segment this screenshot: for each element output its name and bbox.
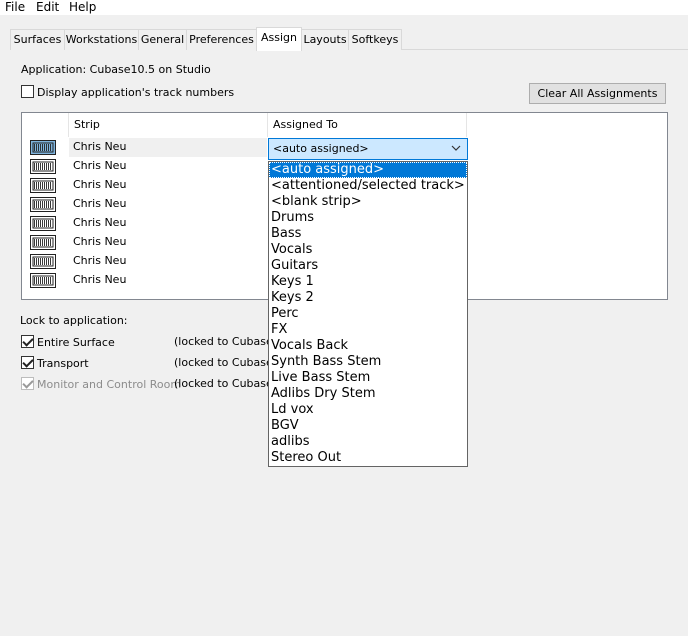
transport-label: Transport xyxy=(37,357,89,370)
dropdown-option[interactable]: <auto assigned> xyxy=(269,162,467,178)
strip-name: Chris Neu xyxy=(73,178,127,191)
strip-name: Chris Neu xyxy=(73,273,127,286)
application-label: Application: xyxy=(21,63,87,76)
strip-name: Chris Neu xyxy=(73,235,127,248)
entire-surface-label: Entire Surface xyxy=(37,336,115,349)
dropdown-option[interactable]: Vocals xyxy=(269,242,467,258)
menu-help[interactable]: Help xyxy=(69,0,96,14)
application-info: Application: Cubase10.5 on Studio xyxy=(21,63,211,76)
dropdown-option[interactable]: Guitars xyxy=(269,258,467,274)
dropdown-option[interactable]: <blank strip> xyxy=(269,194,467,210)
dropdown-option[interactable]: adlibs xyxy=(269,434,467,450)
combo-value: <auto assigned> xyxy=(273,142,369,155)
dropdown-option[interactable]: BGV xyxy=(269,418,467,434)
tab-workstations[interactable]: Workstations xyxy=(64,29,139,50)
strip-icon xyxy=(30,273,56,288)
strip-name: Chris Neu xyxy=(73,254,127,267)
dropdown-option[interactable]: Ld vox xyxy=(269,402,467,418)
chevron-down-icon[interactable] xyxy=(451,143,461,153)
dropdown-option[interactable]: Synth Bass Stem xyxy=(269,354,467,370)
strip-icon xyxy=(30,159,56,174)
dropdown-option[interactable]: Bass xyxy=(269,226,467,242)
track-numbers-label: Display application's track numbers xyxy=(37,86,235,99)
dropdown-option[interactable]: Keys 2 xyxy=(269,290,467,306)
strip-icon xyxy=(30,216,56,231)
column-header-icon xyxy=(22,113,69,137)
strip-icon xyxy=(30,235,56,250)
assigned-to-dropdown[interactable]: <auto assigned> <attentioned/selected tra… xyxy=(268,161,468,467)
tab-layouts[interactable]: Layouts xyxy=(301,29,349,50)
strip-icon xyxy=(30,254,56,269)
dropdown-option[interactable]: Drums xyxy=(269,210,467,226)
tab-preferences[interactable]: Preferences xyxy=(186,29,257,50)
lock-title: Lock to application: xyxy=(20,314,128,327)
transport-checkbox[interactable] xyxy=(21,356,34,369)
strip-icon xyxy=(30,197,56,212)
dropdown-option[interactable]: Stereo Out xyxy=(269,450,467,466)
track-numbers-checkbox[interactable] xyxy=(21,85,34,98)
strip-icon xyxy=(30,178,56,193)
tab-surfaces[interactable]: Surfaces xyxy=(10,29,65,50)
dropdown-option[interactable]: Vocals Back xyxy=(269,338,467,354)
tab-bar: Surfaces Workstations General Preference… xyxy=(10,27,680,51)
dropdown-option[interactable]: Adlibs Dry Stem xyxy=(269,386,467,402)
entire-surface-checkbox[interactable] xyxy=(21,335,34,348)
tab-general[interactable]: General xyxy=(138,29,187,50)
application-value: Cubase10.5 on Studio xyxy=(89,63,211,76)
column-header-strip[interactable]: Strip xyxy=(68,113,268,137)
dropdown-option[interactable]: Perc xyxy=(269,306,467,322)
tab-assign[interactable]: Assign xyxy=(256,27,302,51)
strip-name: Chris Neu xyxy=(73,140,127,153)
dropdown-option[interactable]: FX xyxy=(269,322,467,338)
dropdown-option[interactable]: Live Bass Stem xyxy=(269,370,467,386)
strip-icon xyxy=(30,140,56,155)
tab-softkeys[interactable]: Softkeys xyxy=(348,29,402,50)
strip-name: Chris Neu xyxy=(73,216,127,229)
dropdown-option[interactable]: <attentioned/selected track> xyxy=(269,178,467,194)
dropdown-option[interactable]: Keys 1 xyxy=(269,274,467,290)
column-header-assigned[interactable]: Assigned To xyxy=(267,113,467,137)
menu-edit[interactable]: Edit xyxy=(36,0,59,14)
menu-file[interactable]: File xyxy=(5,0,25,14)
monitor-control-room-label: Monitor and Control Room xyxy=(37,378,182,391)
clear-all-assignments-button[interactable]: Clear All Assignments xyxy=(529,83,666,104)
strip-name: Chris Neu xyxy=(73,159,127,172)
monitor-control-room-checkbox[interactable] xyxy=(21,377,34,390)
menu-bar: File Edit Help xyxy=(0,0,688,15)
assigned-to-combo[interactable]: <auto assigned> xyxy=(268,138,468,160)
strip-name: Chris Neu xyxy=(73,197,127,210)
